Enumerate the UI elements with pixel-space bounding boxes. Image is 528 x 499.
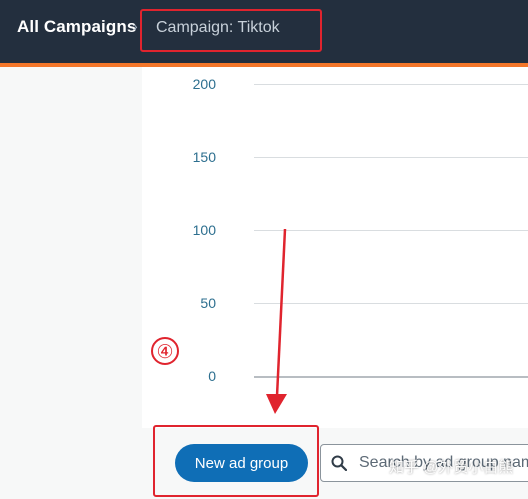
step-number-annotation: ④ (151, 337, 179, 365)
search-icon (331, 455, 347, 471)
breadcrumb-current-campaign: Campaign: Tiktok (156, 19, 280, 36)
chart-gridline (254, 376, 528, 378)
left-sidebar (0, 67, 142, 499)
y-axis-tick-label: 150 (192, 149, 216, 165)
chart-gridline (254, 303, 528, 304)
top-header: All Campaigns › Campaign: Tiktok (0, 0, 528, 63)
y-axis-tick-label: 50 (200, 295, 216, 311)
chart-gridline (254, 84, 528, 85)
y-axis-tick-label: 200 (192, 76, 216, 92)
breadcrumb-all-campaigns[interactable]: All Campaigns (17, 17, 136, 37)
chart-gridline (254, 230, 528, 231)
breadcrumb-separator: › (133, 18, 138, 34)
y-axis-tick-label: 100 (192, 222, 216, 238)
watermark-text: 知乎 @外贸小白熊 (389, 459, 514, 476)
new-ad-group-button[interactable]: New ad group (175, 444, 308, 482)
chart-gridline (254, 157, 528, 158)
y-axis-tick-label: 0 (208, 368, 216, 384)
